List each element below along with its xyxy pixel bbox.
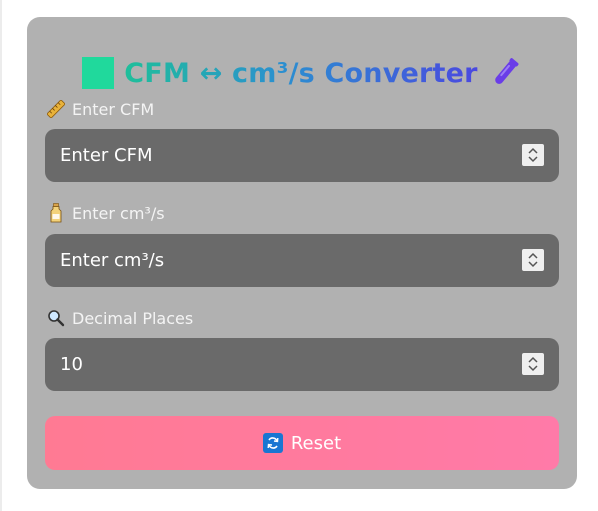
- page-edge: [0, 0, 2, 511]
- cfm-spinner[interactable]: [522, 144, 544, 166]
- cm3s-label: Enter cm³/s: [46, 202, 165, 224]
- bottle-icon: [46, 203, 66, 223]
- ruler-icon: [46, 100, 66, 118]
- decimal-places-label-text: Decimal Places: [72, 308, 194, 328]
- spinner-arrows-icon: [528, 356, 538, 372]
- cfm-label: Enter CFM: [46, 98, 154, 120]
- title-text: CFM ↔ cm³/s Converter: [124, 57, 478, 89]
- cm3s-spinner[interactable]: [522, 249, 544, 271]
- cm3s-input[interactable]: [60, 250, 500, 271]
- decimal-places-input-box[interactable]: [45, 338, 559, 391]
- cfm-input[interactable]: [60, 145, 500, 166]
- reset-label: Reset: [290, 432, 342, 454]
- converter-card: CFM ↔ cm³/s Converter Enter CFM Enter CF…: [27, 17, 577, 489]
- reset-button[interactable]: Reset: [45, 416, 559, 470]
- spinner-arrows-icon: [528, 252, 538, 268]
- decimal-places-label: Decimal Places: [46, 307, 193, 329]
- magnifier-icon: [46, 309, 66, 327]
- decimal-places-spinner[interactable]: [522, 353, 544, 375]
- green-square-icon: [82, 57, 115, 89]
- spinner-arrows-icon: [528, 147, 538, 163]
- cm3s-input-box[interactable]: [45, 234, 559, 287]
- refresh-icon: [262, 433, 283, 453]
- cfm-label-text: Enter CFM: [72, 99, 155, 119]
- decimal-places-input[interactable]: [60, 354, 500, 375]
- page-title: CFM ↔ cm³/s Converter: [27, 50, 577, 96]
- test-tube-icon: [488, 56, 522, 90]
- cfm-input-box[interactable]: [45, 129, 559, 182]
- cm3s-label-text: Enter cm³/s: [72, 203, 165, 223]
